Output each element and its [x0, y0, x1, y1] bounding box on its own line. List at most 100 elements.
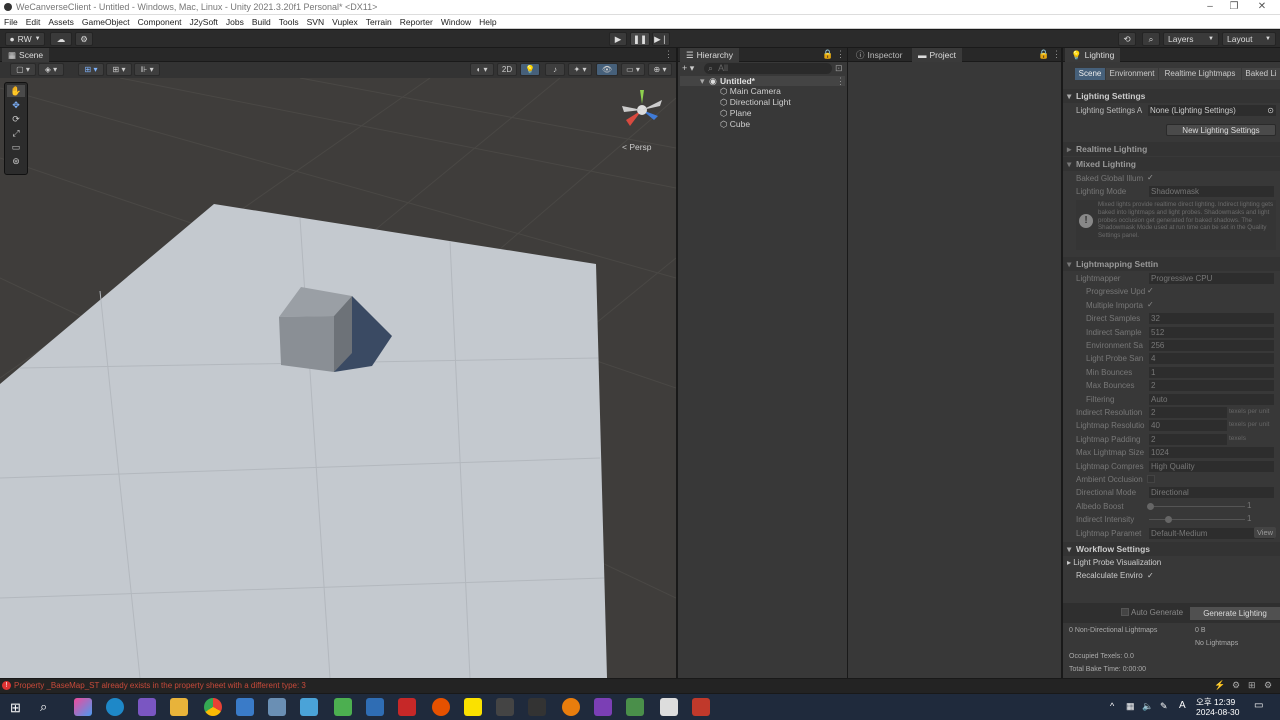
setting-field[interactable]: 256	[1149, 340, 1274, 351]
menu-item-tools[interactable]: Tools	[275, 17, 303, 27]
view-button[interactable]: View	[1254, 527, 1276, 538]
persp-label[interactable]: < Persp	[622, 142, 652, 152]
tab-scene[interactable]: ▦ Scene	[2, 48, 50, 62]
close-icon[interactable]: ✕	[1252, 1, 1272, 12]
progress-icon[interactable]: ⚡	[1214, 680, 1225, 691]
hierarchy-scene-row[interactable]: ▾ ◉ Untitled* ⋮	[680, 76, 845, 86]
step-button[interactable]: ▶❘	[652, 32, 670, 46]
menu-item-help[interactable]: Help	[475, 17, 500, 27]
add-icon[interactable]: + ▾	[682, 63, 694, 74]
cloud-icon[interactable]: ☁	[50, 32, 72, 46]
chrome-icon[interactable]	[204, 698, 222, 716]
rect-tool-icon[interactable]: ▭	[7, 141, 25, 153]
more-icon[interactable]: ⋮	[836, 49, 845, 60]
transform-tool-icon[interactable]: ⊛	[7, 155, 25, 167]
app-icon[interactable]	[594, 698, 612, 716]
more-icon[interactable]: ⋮	[664, 49, 673, 60]
pen-icon[interactable]: ✎	[1160, 701, 1168, 712]
search-icon[interactable]: ⌕	[1142, 32, 1160, 46]
menu-item-reporter[interactable]: Reporter	[396, 17, 437, 27]
slider-thumb[interactable]	[1147, 502, 1154, 510]
setting-field[interactable]: Progressive CPU	[1149, 273, 1274, 284]
collab-icon[interactable]: ⚙	[75, 32, 93, 46]
status-error-message[interactable]: Property _BaseMap_ST already exists in t…	[14, 681, 306, 690]
scale-tool-icon[interactable]: ⤢	[7, 127, 25, 139]
hierarchy-search-input[interactable]: All	[704, 63, 832, 74]
move-tool-icon[interactable]: ✥	[7, 99, 25, 111]
app-icon[interactable]	[660, 698, 678, 716]
mixed-lighting-section[interactable]: ▾ Mixed Lighting	[1063, 157, 1280, 171]
menu-item-file[interactable]: File	[0, 17, 22, 27]
notification-icon[interactable]: ▭	[1254, 700, 1263, 711]
more-icon[interactable]: ⋮	[1052, 49, 1061, 60]
setting-field[interactable]: 2	[1149, 380, 1274, 392]
lighting-toggle-icon[interactable]: 💡	[520, 63, 540, 76]
setting-field[interactable]: 512	[1149, 326, 1274, 338]
visual-studio-icon[interactable]	[138, 698, 156, 716]
app-icon[interactable]	[626, 698, 644, 716]
file-explorer-icon[interactable]	[170, 698, 188, 716]
blender-icon[interactable]	[562, 698, 580, 716]
slider-thumb[interactable]	[1165, 516, 1172, 524]
hierarchy-item[interactable]: ⬡ Cube	[720, 119, 750, 129]
restore-icon[interactable]: ❐	[1224, 1, 1244, 12]
setting-field[interactable]: 32	[1149, 313, 1274, 325]
setting-field[interactable]: 2	[1149, 407, 1227, 418]
setting-field[interactable]: High Quality	[1149, 460, 1274, 472]
tab-hierarchy[interactable]: ☰ Hierarchy	[680, 48, 739, 62]
light-probe-visualization-foldout[interactable]: ▸ Light Probe Visualization	[1067, 558, 1161, 567]
windows-start-icon[interactable]: ⊞	[10, 700, 21, 716]
generate-lighting-button[interactable]: Generate Lighting	[1190, 607, 1280, 620]
menu-item-build[interactable]: Build	[248, 17, 275, 27]
toggle-2d-button[interactable]: 2D	[497, 63, 517, 76]
lock-icon[interactable]: 🔒	[822, 49, 833, 60]
settings-status-icon[interactable]: ⚙	[1264, 680, 1272, 691]
history-icon[interactable]: ⟲	[1118, 32, 1136, 46]
visibility-toggle-icon[interactable]: 👁	[596, 63, 618, 76]
subtab-realtime-lightmaps[interactable]: Realtime Lightmaps	[1159, 68, 1241, 80]
lock-icon[interactable]: 🔒	[1038, 49, 1049, 60]
transform-dropdown[interactable]: ⊞ ▾	[78, 63, 104, 76]
more-icon[interactable]: ⋮	[836, 76, 845, 87]
layers-dropdown[interactable]: Layers ▼	[1163, 32, 1219, 46]
app-icon[interactable]	[236, 698, 254, 716]
edge-icon[interactable]	[106, 698, 124, 716]
workflow-settings-section[interactable]: ▾ Workflow Settings	[1063, 542, 1280, 556]
gizmos-dropdown[interactable]: ⊕ ▾	[648, 63, 672, 76]
hierarchy-item[interactable]: ⬡ Main Camera	[720, 86, 781, 96]
draw-mode-dropdown[interactable]: ▢ ▾	[10, 63, 36, 76]
new-lighting-settings-button[interactable]: New Lighting Settings	[1166, 124, 1276, 136]
hierarchy-item[interactable]: ⬡ Plane	[720, 108, 752, 118]
menu-item-edit[interactable]: Edit	[22, 17, 45, 27]
setting-field[interactable]: Directional	[1149, 487, 1274, 499]
auto-generate-checkbox[interactable]	[1121, 608, 1129, 616]
expand-arrow-icon[interactable]: ▾	[700, 76, 705, 87]
app-icon[interactable]	[268, 698, 286, 716]
setting-field[interactable]: 2	[1149, 433, 1227, 445]
network-icon[interactable]: ▦	[1126, 701, 1135, 712]
hand-tool-icon[interactable]: ✋	[7, 85, 25, 97]
slider-value[interactable]: 1	[1247, 501, 1251, 510]
slider-value[interactable]: 1	[1247, 514, 1251, 523]
scene-viewport[interactable]	[0, 78, 676, 678]
setting-checkbox[interactable]: ✓	[1147, 300, 1154, 309]
effects-dropdown[interactable]: ✦ ▾	[568, 63, 592, 76]
menu-item-gameobject[interactable]: GameObject	[78, 17, 134, 27]
subtab-scene[interactable]: Scene	[1075, 68, 1105, 80]
slider-track[interactable]	[1149, 505, 1245, 507]
grid-dropdown[interactable]: ⊞ ▾	[106, 63, 132, 76]
menu-item-window[interactable]: Window	[437, 17, 475, 27]
audio-toggle-icon[interactable]: ♪	[545, 63, 565, 76]
lighting-settings-asset-field[interactable]: None (Lighting Settings) ⊙	[1148, 105, 1276, 116]
app-icon[interactable]	[334, 698, 352, 716]
menu-item-vuplex[interactable]: Vuplex	[328, 17, 362, 27]
camera-dropdown[interactable]: ▭ ▾	[621, 63, 645, 76]
snap-dropdown[interactable]: ⊪ ▾	[134, 63, 160, 76]
menu-item-svn[interactable]: SVN	[303, 17, 328, 27]
account-button[interactable]: ● RW ▼	[5, 32, 45, 46]
unity-hub-icon[interactable]	[496, 698, 514, 716]
copilot-icon[interactable]	[74, 698, 92, 716]
setting-checkbox[interactable]: ✓	[1147, 286, 1154, 295]
rotate-tool-icon[interactable]: ⟳	[7, 113, 25, 125]
collab-status-icon[interactable]: ⊞	[1248, 680, 1256, 691]
